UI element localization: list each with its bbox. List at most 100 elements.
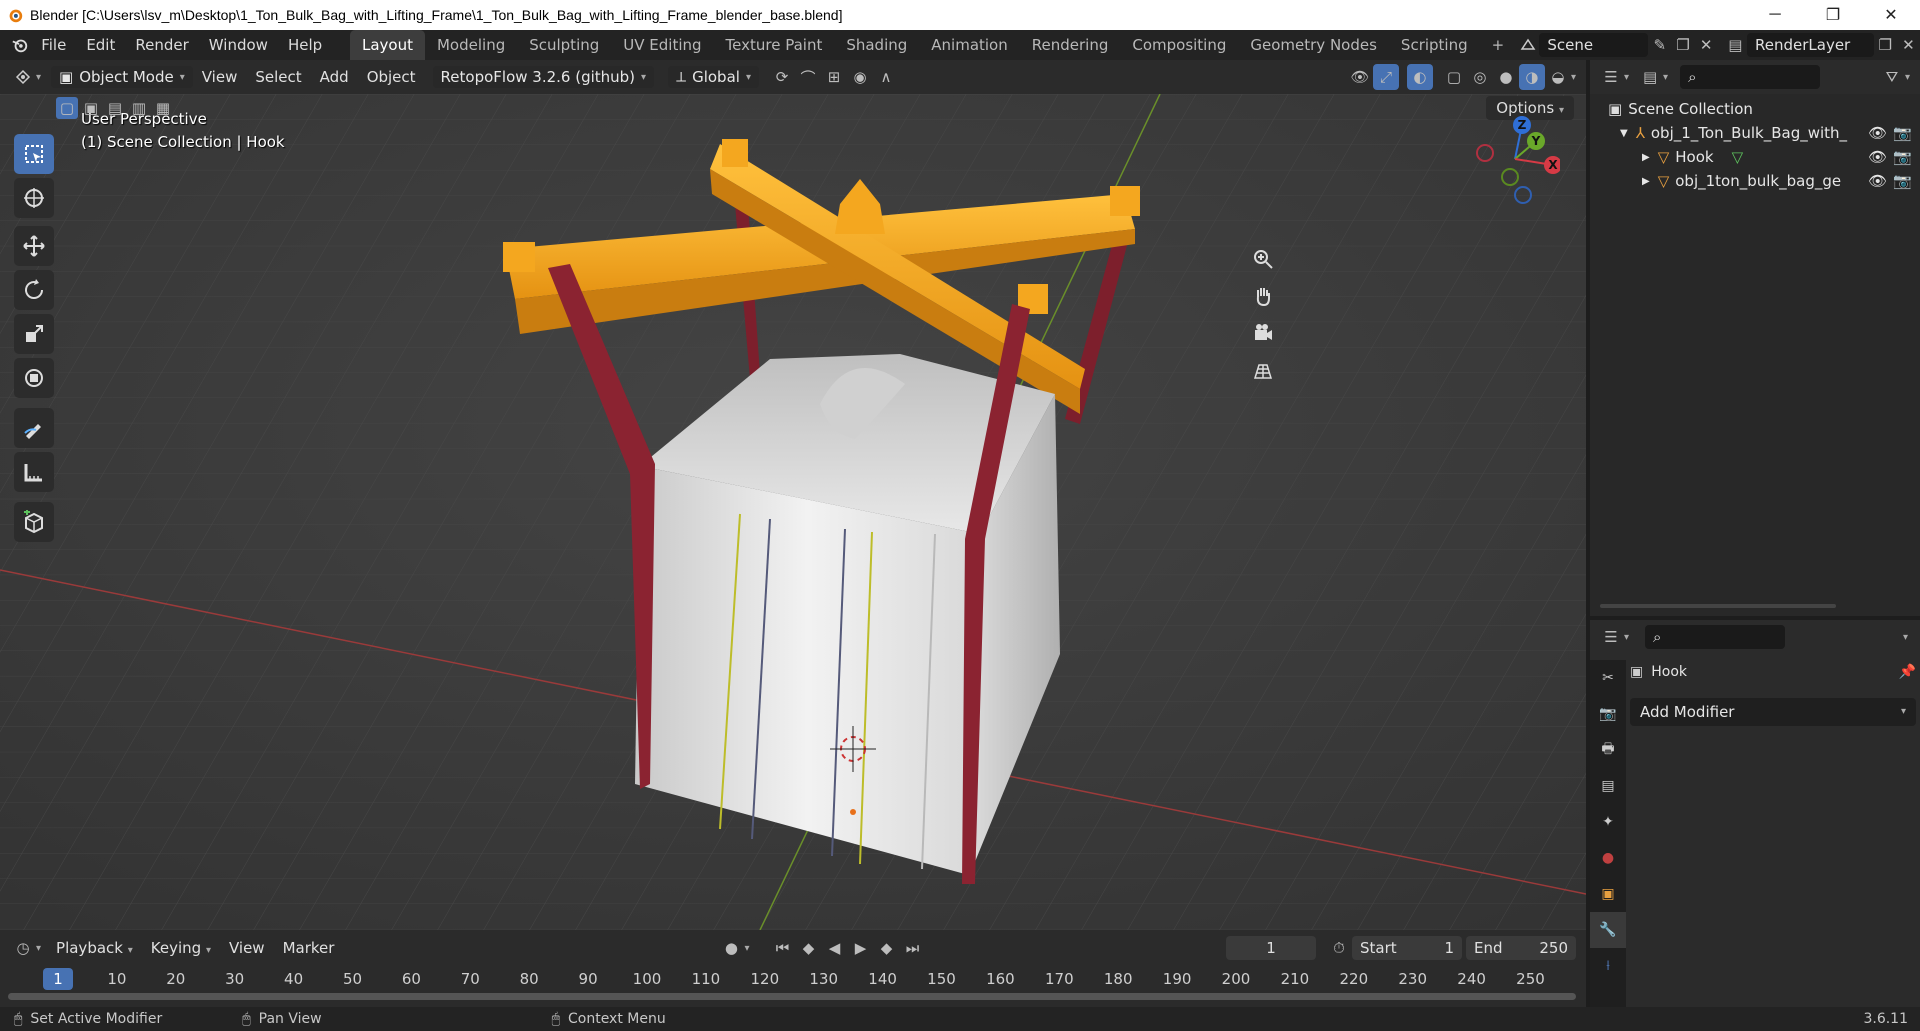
outliner-editor-type-icon[interactable]: ☰ <box>1598 64 1624 90</box>
properties-search-input[interactable]: ⌕ <box>1645 625 1786 649</box>
overlays-icon[interactable]: ◐ <box>1406 64 1433 90</box>
outliner-scene-collection[interactable]: ▣ Scene Collection <box>1608 97 1753 121</box>
solid-shading-icon[interactable]: ● <box>1493 64 1519 90</box>
move-tool[interactable] <box>14 226 54 266</box>
timeline-menu-view[interactable]: View <box>220 939 274 957</box>
proportional-editing-icon[interactable]: ◉ <box>847 64 873 90</box>
view-layer-icon[interactable]: ▤ <box>1724 32 1747 58</box>
jump-start-icon[interactable]: ⏮ <box>769 935 795 961</box>
annotate-tool[interactable] <box>14 408 54 448</box>
add-workspace-button[interactable]: + <box>1480 30 1517 60</box>
viewport-menu-view[interactable]: View <box>193 68 247 86</box>
scene-icon[interactable] <box>1516 32 1539 58</box>
menu-render[interactable]: Render <box>125 30 198 60</box>
outliner-row-parent[interactable]: ▼ ⅄ obj_1_Ton_Bulk_Bag_with_ 👁 📷 <box>1620 121 1920 145</box>
transform-orientation-dropdown[interactable]: ⟂ Global ▾ <box>668 66 759 88</box>
rendered-shading-icon[interactable]: ◒ <box>1545 64 1571 90</box>
snap-target-icon[interactable]: ⊞ <box>821 64 847 90</box>
viewport-menu-select[interactable]: Select <box>246 68 310 86</box>
tab-scripting[interactable]: Scripting <box>1389 30 1480 60</box>
snap-icon[interactable]: ⌒ <box>795 64 821 90</box>
next-keyframe-icon[interactable]: ◆ <box>873 935 899 961</box>
filter-icon[interactable]: ⛛ <box>1879 64 1905 90</box>
viewport-menu-add[interactable]: Add <box>311 68 358 86</box>
current-frame-field[interactable]: 1 <box>1226 936 1316 960</box>
menu-file[interactable]: File <box>31 30 76 60</box>
select-invert-icon[interactable]: ▥ <box>128 97 150 119</box>
transform-tool[interactable] <box>14 358 54 398</box>
output-tab-icon[interactable]: 🖶 <box>1590 732 1626 768</box>
wireframe-shading-icon[interactable]: ◎ <box>1467 64 1493 90</box>
jump-end-icon[interactable]: ⏭ <box>899 935 925 961</box>
select-subtract-icon[interactable]: ▤ <box>104 97 126 119</box>
new-scene-icon[interactable]: ❐ <box>1671 32 1694 58</box>
menu-help[interactable]: Help <box>278 30 332 60</box>
object-tab-icon[interactable]: ▣ <box>1590 876 1626 912</box>
minimize-button[interactable]: ─ <box>1746 0 1804 30</box>
outliner-row-hook[interactable]: ▶ ▽ Hook ▽ 👁 📷 <box>1642 145 1920 169</box>
timeline-current-frame-marker[interactable]: 1 <box>43 968 73 990</box>
play-reverse-icon[interactable]: ◀ <box>821 935 847 961</box>
scene-tab-icon[interactable]: ✦ <box>1590 804 1626 840</box>
gizmo-icon[interactable]: ⤢ <box>1372 64 1399 90</box>
play-icon[interactable]: ▶ <box>847 935 873 961</box>
ortho-toggle-icon[interactable] <box>1246 354 1280 388</box>
pin-icon[interactable]: 📌 <box>1899 664 1916 680</box>
pan-hand-icon[interactable] <box>1246 279 1280 313</box>
delete-scene-icon[interactable]: ✕ <box>1695 32 1718 58</box>
end-frame-field[interactable]: End 250 <box>1466 936 1576 960</box>
tab-layout[interactable]: Layout <box>349 30 425 60</box>
eye-icon[interactable]: 👁 <box>1868 172 1887 190</box>
scale-tool[interactable] <box>14 314 54 354</box>
new-view-layer-icon[interactable]: ❐ <box>1874 32 1897 58</box>
camera-view-icon[interactable] <box>1246 316 1280 350</box>
timeline-ruler[interactable]: 1 10 20 30 40 50 60 70 80 90 100 110 120 130 140 150 160… <box>0 966 1586 992</box>
start-frame-field[interactable]: Start 1 <box>1352 936 1462 960</box>
tab-shading[interactable]: Shading <box>834 30 919 60</box>
select-new-icon[interactable]: ▢ <box>56 97 78 119</box>
material-preview-icon[interactable]: ◑ <box>1518 64 1545 90</box>
xray-icon[interactable]: ▢ <box>1441 64 1467 90</box>
zoom-icon[interactable] <box>1246 242 1280 276</box>
object-mode-dropdown[interactable]: ▣ Object Mode ▾ <box>51 66 193 88</box>
select-extend-icon[interactable]: ▣ <box>80 97 102 119</box>
record-icon[interactable]: ● <box>718 935 744 961</box>
falloff-icon[interactable]: ∧ <box>873 64 899 90</box>
outliner-row-bag[interactable]: ▶ ▽ obj_1ton_bulk_bag_ge 👁 📷 <box>1642 169 1920 193</box>
tool-tab-icon[interactable]: ✂ <box>1590 660 1626 696</box>
tab-geometry-nodes[interactable]: Geometry Nodes <box>1238 30 1389 60</box>
properties-editor-type-icon[interactable]: ☰ <box>1598 624 1624 650</box>
select-box-tool[interactable] <box>14 134 54 174</box>
display-mode-icon[interactable]: ▤ <box>1637 64 1663 90</box>
camera-icon[interactable]: 📷 <box>1893 148 1912 166</box>
modifier-tab-icon[interactable]: 🔧 <box>1590 912 1626 948</box>
add-modifier-dropdown[interactable]: Add Modifier ▾ <box>1630 698 1916 726</box>
render-tab-icon[interactable]: 📷 <box>1590 696 1626 732</box>
expand-arrow-icon[interactable]: ▼ <box>1620 128 1628 139</box>
timeline-menu-playback[interactable]: Playback ▾ <box>47 939 142 957</box>
view-layer-field[interactable]: RenderLayer <box>1747 33 1874 57</box>
particles-tab-icon[interactable]: ⟊ <box>1590 948 1626 984</box>
camera-icon[interactable]: 📷 <box>1893 172 1912 190</box>
tab-sculpting[interactable]: Sculpting <box>517 30 611 60</box>
tab-uv-editing[interactable]: UV Editing <box>611 30 713 60</box>
editor-type-icon[interactable] <box>10 64 36 90</box>
scene-name-field[interactable]: Scene <box>1539 33 1649 57</box>
world-tab-icon[interactable]: ● <box>1590 840 1626 876</box>
maximize-button[interactable]: ❐ <box>1804 0 1862 30</box>
view-layer-tab-icon[interactable]: ▤ <box>1590 768 1626 804</box>
tab-compositing[interactable]: Compositing <box>1120 30 1238 60</box>
rotate-tool[interactable] <box>14 270 54 310</box>
add-cube-tool[interactable] <box>14 502 54 542</box>
collapse-arrow-icon[interactable]: ▶ <box>1642 176 1650 187</box>
prev-keyframe-icon[interactable]: ◆ <box>795 935 821 961</box>
timeline-menu-marker[interactable]: Marker <box>274 939 344 957</box>
outliner-scrollbar[interactable] <box>1600 604 1836 608</box>
tab-rendering[interactable]: Rendering <box>1020 30 1121 60</box>
retopoflow-menu[interactable]: RetopoFlow 3.2.6 (github) ▾ <box>432 66 655 88</box>
eye-icon[interactable]: 👁 <box>1868 124 1887 142</box>
outliner-search-input[interactable]: ⌕ <box>1680 65 1821 89</box>
stopwatch-icon[interactable]: ⏱ <box>1326 935 1352 961</box>
timeline-editor-type-icon[interactable]: ◷ <box>10 935 36 961</box>
pin-scene-icon[interactable]: ✎ <box>1648 32 1671 58</box>
